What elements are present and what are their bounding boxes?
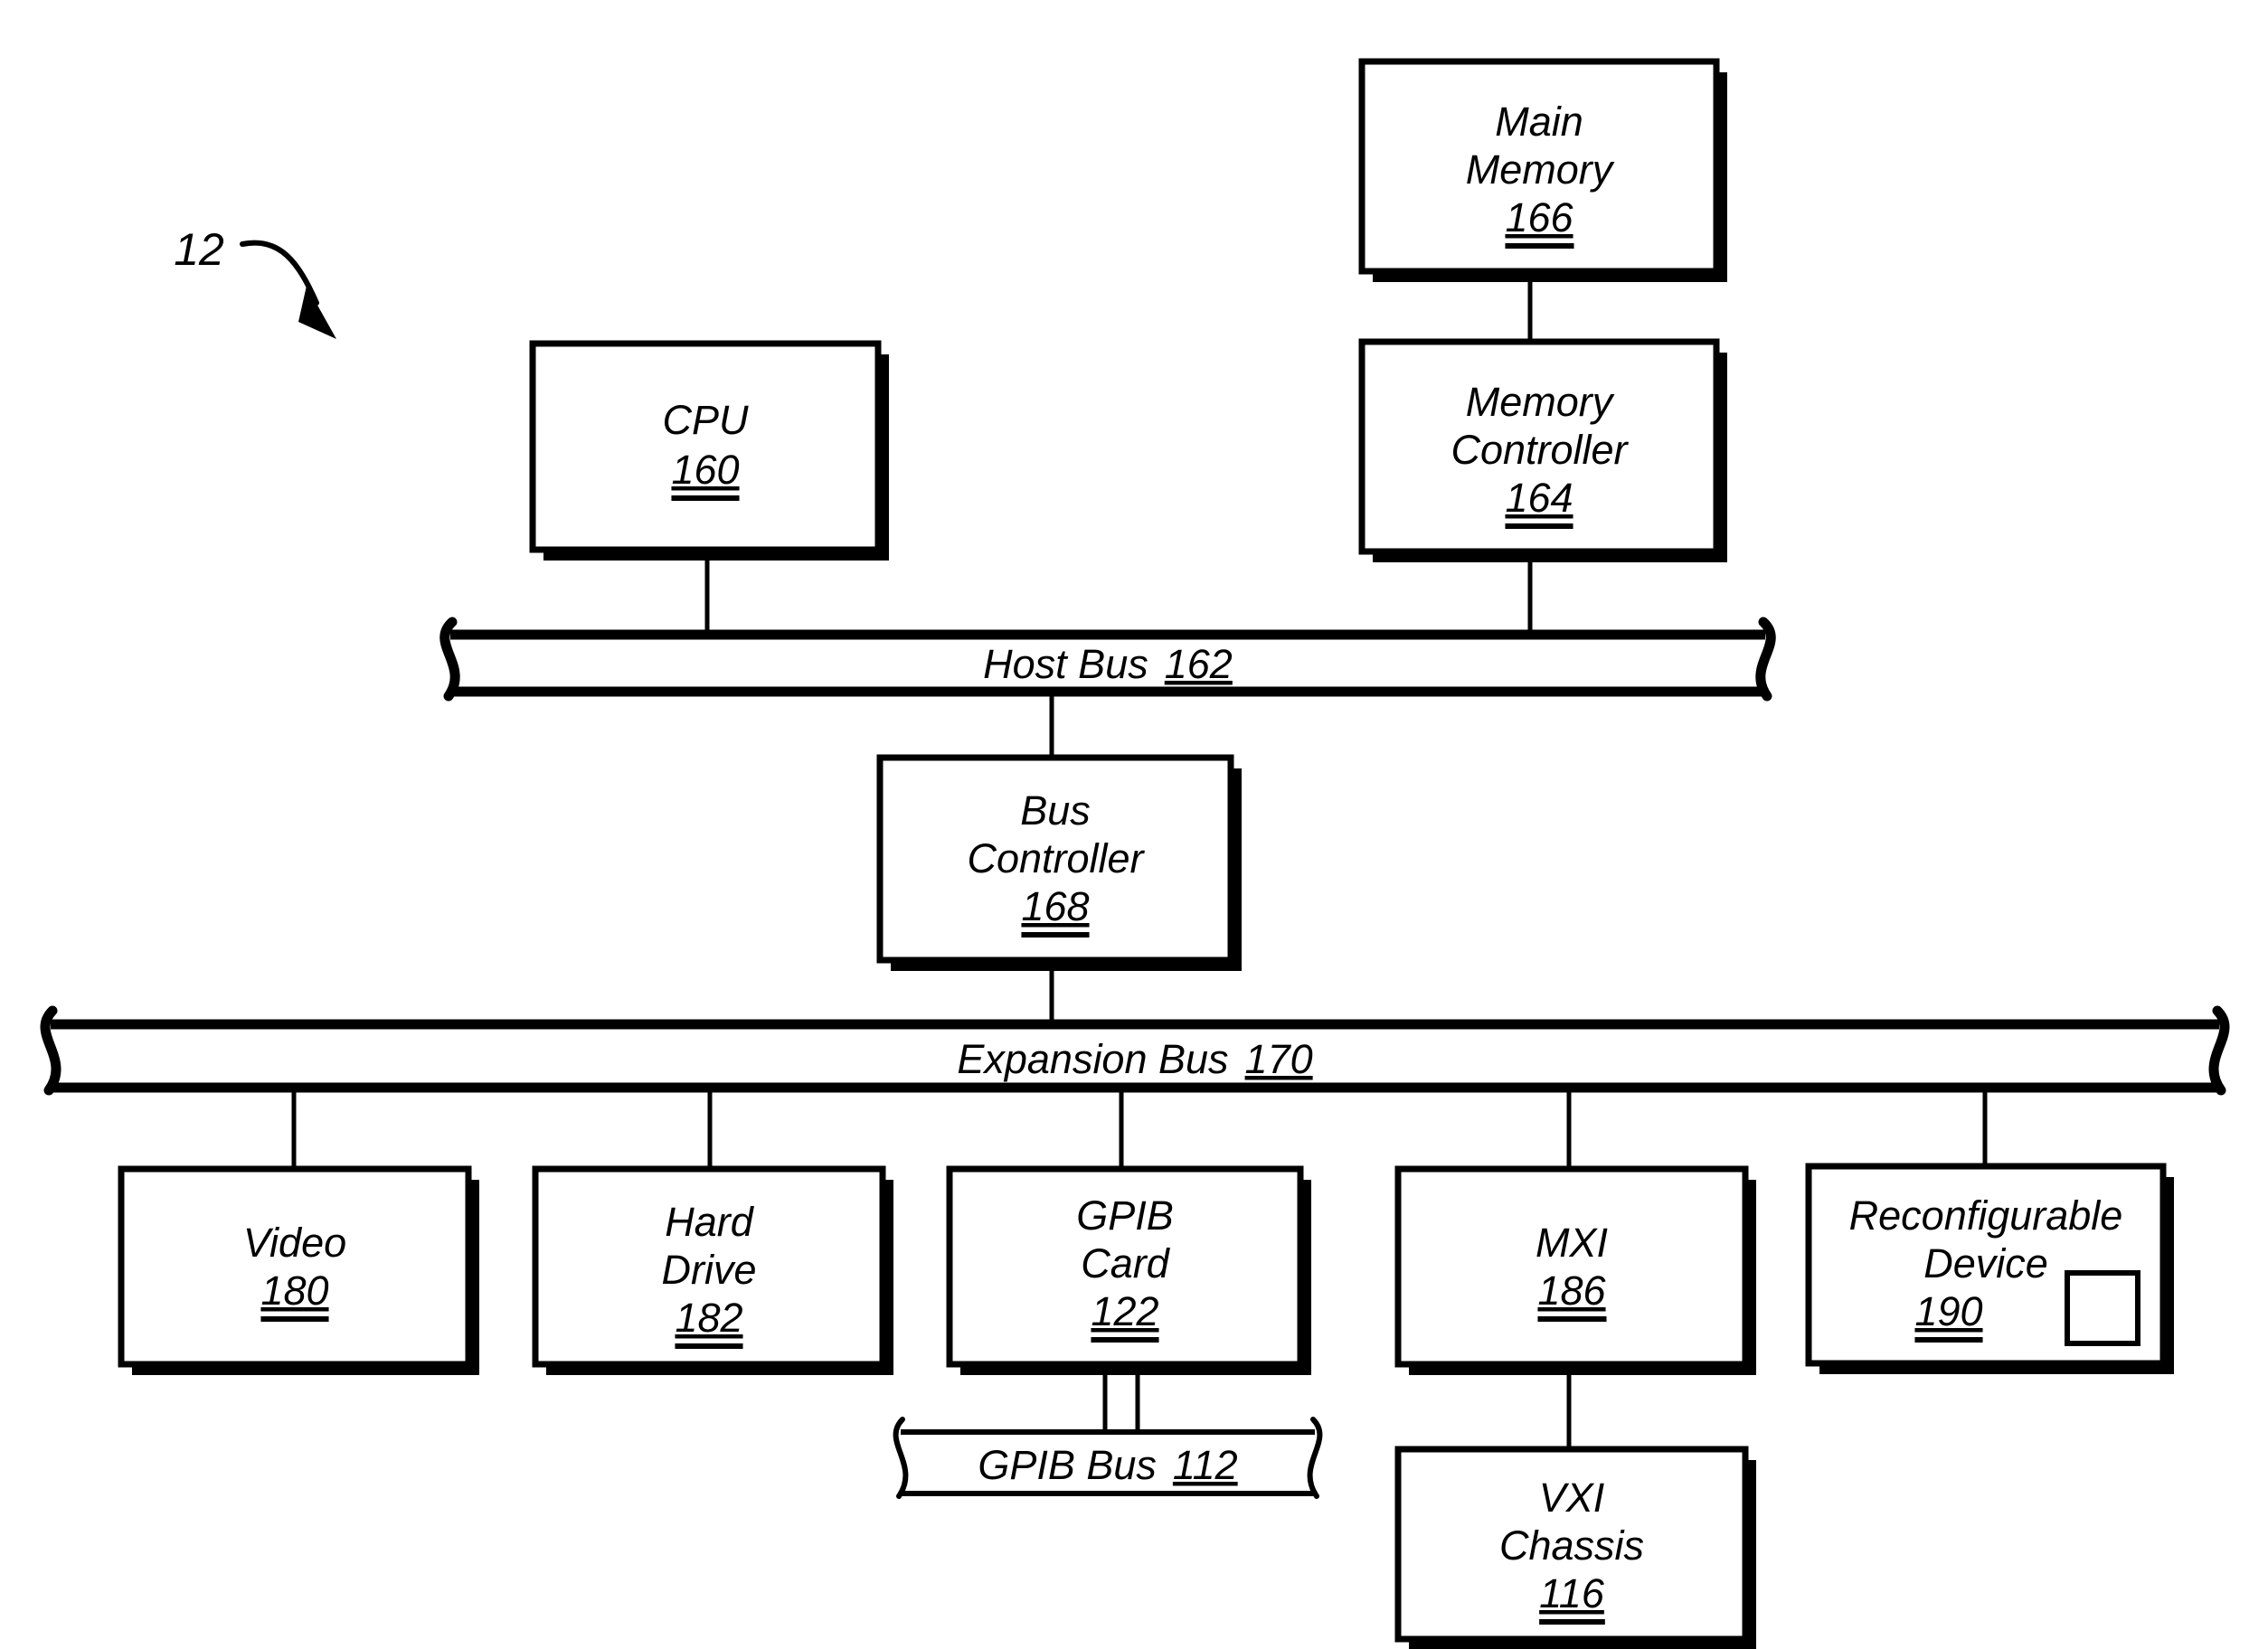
node-hard-drive-ref: 182 bbox=[675, 1295, 742, 1341]
figure-leader-arrowhead bbox=[298, 286, 336, 339]
figure-leader: 12 bbox=[174, 224, 336, 339]
node-bus-controller-ref: 168 bbox=[1021, 883, 1089, 929]
bus-expansion[interactable]: Expansion Bus 170 bbox=[40, 1005, 2230, 1096]
bus-host-ref: 162 bbox=[1165, 641, 1233, 687]
node-mxi-line1: MXI bbox=[1536, 1220, 1608, 1266]
node-hard-drive-line2: Drive bbox=[661, 1247, 756, 1293]
figure-tag-label: 12 bbox=[174, 224, 224, 275]
node-vxi-chassis-line2: Chassis bbox=[1499, 1522, 1644, 1569]
block-diagram: 12 Main Memory 166 Memory Controller 164… bbox=[40, 58, 2230, 1649]
bus-gpib-label: GPIB Bus bbox=[978, 1442, 1157, 1488]
node-gpib-card[interactable]: GPIB Card 122 bbox=[946, 1165, 1311, 1375]
node-main-memory-ref: 166 bbox=[1505, 194, 1573, 240]
node-reconfigurable-device-ref: 190 bbox=[1914, 1288, 1982, 1334]
node-video-line1: Video bbox=[243, 1220, 346, 1266]
node-reconfigurable-device-line1: Reconfigurable bbox=[1849, 1192, 2123, 1239]
bus-expansion-label-text: Expansion Bus bbox=[957, 1036, 1228, 1082]
node-bus-controller[interactable]: Bus Controller 168 bbox=[876, 754, 1242, 971]
node-memory-controller-line1: Memory bbox=[1466, 379, 1615, 425]
node-memory-controller[interactable]: Memory Controller 164 bbox=[1358, 338, 1727, 562]
bus-gpib-ref: 112 bbox=[1173, 1442, 1238, 1488]
patent-figure-canvas: 12 Main Memory 166 Memory Controller 164… bbox=[0, 0, 2268, 1649]
node-reconfigurable-device[interactable]: Reconfigurable Device 190 bbox=[1805, 1163, 2174, 1374]
node-mxi[interactable]: MXI 186 bbox=[1394, 1165, 1756, 1375]
node-main-memory-line2: Memory bbox=[1466, 146, 1615, 193]
node-bus-controller-line2: Controller bbox=[967, 835, 1145, 881]
node-vxi-chassis-line1: VXI bbox=[1539, 1475, 1605, 1521]
node-video[interactable]: Video 180 bbox=[118, 1165, 479, 1375]
node-memory-controller-line2: Controller bbox=[1451, 427, 1629, 473]
node-cpu-line1: CPU bbox=[662, 397, 749, 443]
bus-gpib-label-text: GPIB Bus bbox=[978, 1442, 1157, 1488]
bus-gpib[interactable]: GPIB Bus 112 bbox=[893, 1417, 1323, 1499]
node-video-ref: 180 bbox=[260, 1267, 328, 1314]
node-main-memory[interactable]: Main Memory 166 bbox=[1358, 58, 1727, 282]
node-gpib-card-line1: GPIB bbox=[1076, 1192, 1174, 1239]
node-cpu-ref: 160 bbox=[671, 447, 739, 493]
node-bus-controller-line1: Bus bbox=[1020, 787, 1091, 834]
bus-expansion-label: Expansion Bus bbox=[957, 1036, 1228, 1082]
bus-host-label: Host Bus bbox=[983, 641, 1148, 687]
node-gpib-card-ref: 122 bbox=[1091, 1288, 1158, 1334]
bus-expansion-ref: 170 bbox=[1245, 1036, 1313, 1082]
node-vxi-chassis[interactable]: VXI Chassis 116 bbox=[1394, 1446, 1756, 1649]
node-gpib-card-line2: Card bbox=[1081, 1240, 1171, 1286]
node-main-memory-line1: Main bbox=[1495, 99, 1583, 145]
node-hard-drive-line1: Hard bbox=[665, 1199, 755, 1245]
node-vxi-chassis-ref: 116 bbox=[1539, 1570, 1605, 1616]
node-memory-controller-ref: 164 bbox=[1505, 475, 1573, 521]
node-cpu[interactable]: CPU 160 bbox=[529, 340, 889, 561]
bus-host-label-text: Host Bus bbox=[983, 641, 1148, 687]
fpga-chip-icon bbox=[2065, 1270, 2140, 1346]
node-mxi-ref: 186 bbox=[1537, 1267, 1606, 1314]
node-reconfigurable-device-line2: Device bbox=[1923, 1240, 2048, 1286]
node-hard-drive[interactable]: Hard Drive 182 bbox=[532, 1165, 893, 1375]
bus-host[interactable]: Host Bus 162 bbox=[439, 617, 1776, 702]
